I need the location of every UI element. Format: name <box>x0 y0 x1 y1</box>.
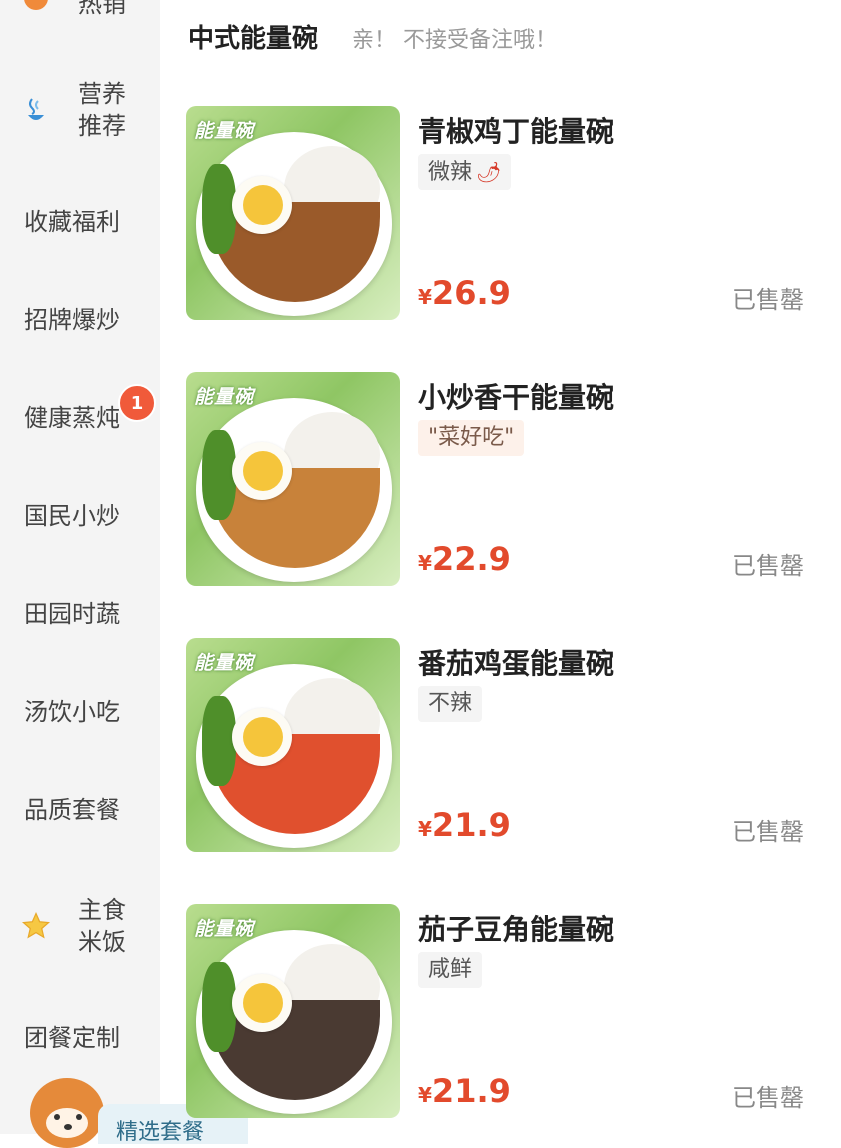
product-price: ¥21.9 <box>418 806 511 844</box>
sidebar-item-label: 团餐定制 <box>24 1024 120 1052</box>
sold-out-status: 已售罄 <box>732 1084 804 1112</box>
cart-count-badge: 1 <box>118 384 156 422</box>
section-title: 中式能量碗 <box>188 24 319 54</box>
product-list: 中式能量碗 亲！ 不接受备注哦！ 能量碗 青椒鸡丁能量碗 微辣 🌶 ¥26.9 已… <box>160 0 841 1134</box>
product-image[interactable]: 能量碗 <box>186 904 400 1118</box>
sidebar-item-label: 汤饮小吃 <box>24 698 120 726</box>
image-label: 能量碗 <box>194 386 255 408</box>
product-item[interactable]: 能量碗 小炒香干能量碗 "菜好吃" ¥22.9 已售罄 <box>160 372 841 602</box>
product-price: ¥26.9 <box>418 274 511 312</box>
image-label: 能量碗 <box>194 120 255 142</box>
sidebar-item-label: 招牌爆炒 <box>24 306 120 334</box>
sidebar-item-label: 健康蒸炖 <box>24 404 120 432</box>
product-image[interactable]: 能量碗 <box>186 638 400 852</box>
sidebar-item-label: 收藏福利 <box>24 208 120 236</box>
product-name: 茄子豆角能量碗 <box>418 913 615 946</box>
sidebar-item-label: 田园时蔬 <box>24 600 120 628</box>
product-tag: "菜好吃" <box>418 420 525 456</box>
steam-bowl-icon <box>20 94 52 126</box>
sidebar-item-hot-label[interactable]: 热销 <box>78 0 126 19</box>
chili-icon: 🌶 <box>476 160 502 184</box>
sold-out-status: 已售罄 <box>732 286 804 314</box>
sidebar-item-nutrition[interactable]: 营养 推荐 <box>0 78 160 142</box>
product-image[interactable]: 能量碗 <box>186 372 400 586</box>
product-tag: 微辣 🌶 <box>418 154 512 190</box>
sold-out-status: 已售罄 <box>732 552 804 580</box>
product-image[interactable]: 能量碗 <box>186 106 400 320</box>
product-name: 番茄鸡蛋能量碗 <box>418 647 615 680</box>
sold-out-status: 已售罄 <box>732 818 804 846</box>
product-tag: 咸鲜 <box>418 952 483 988</box>
product-price: ¥21.9 <box>418 1072 511 1110</box>
category-sidebar: 热销 营养 推荐 收藏福利 招牌爆炒 健康蒸炖 1 国民小炒 田园时蔬 汤饮小吃… <box>0 0 160 1148</box>
product-name: 青椒鸡丁能量碗 <box>418 115 615 148</box>
shiba-mascot-icon[interactable] <box>30 1078 104 1148</box>
product-item[interactable]: 能量碗 茄子豆角能量碗 咸鲜 ¥21.9 已售罄 <box>160 904 841 1134</box>
sidebar-item-label: 国民小炒 <box>24 502 120 530</box>
product-item[interactable]: 能量碗 番茄鸡蛋能量碗 不辣 ¥21.9 已售罄 <box>160 638 841 868</box>
image-label: 能量碗 <box>194 918 255 940</box>
star-icon <box>20 910 52 942</box>
sidebar-item-label: 营养 推荐 <box>78 80 126 140</box>
hot-icon <box>24 0 48 10</box>
section-note: 亲！ 不接受备注哦！ <box>352 28 557 53</box>
product-name: 小炒香干能量碗 <box>418 381 615 414</box>
product-price: ¥22.9 <box>418 540 511 578</box>
sidebar-item-label: 主食 米饭 <box>78 896 126 956</box>
image-label: 能量碗 <box>194 652 255 674</box>
product-item[interactable]: 能量碗 青椒鸡丁能量碗 微辣 🌶 ¥26.9 已售罄 <box>160 106 841 336</box>
product-tag: 不辣 <box>418 686 483 722</box>
sidebar-item-label: 品质套餐 <box>24 796 120 824</box>
sidebar-item-staple-rice[interactable]: 主食 米饭 <box>0 894 160 958</box>
